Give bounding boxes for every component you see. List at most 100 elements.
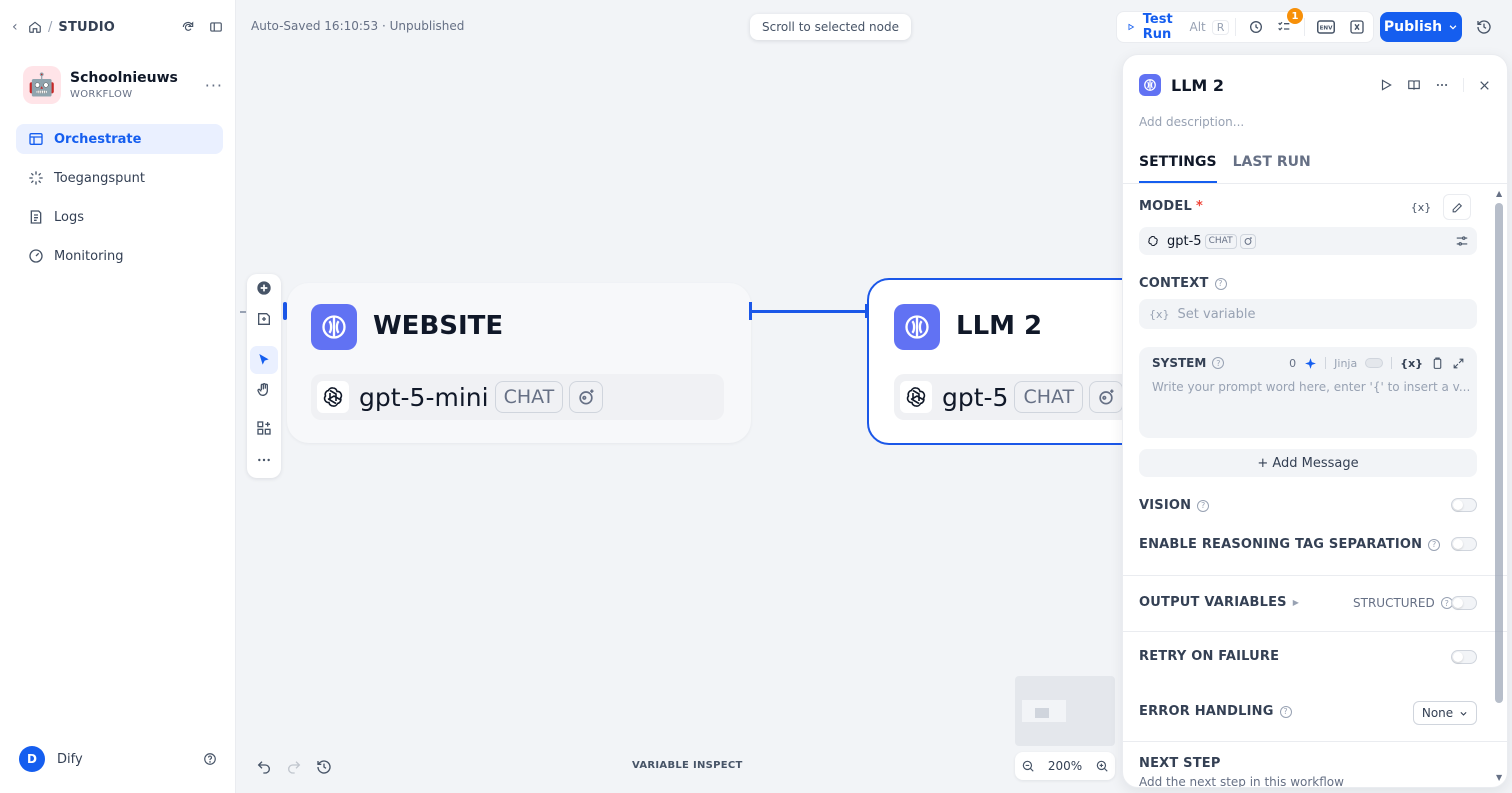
- history-icon[interactable]: [316, 759, 332, 775]
- tab-settings[interactable]: SETTINGS: [1139, 154, 1217, 183]
- zoom-level[interactable]: 200%: [1048, 759, 1082, 773]
- caret-right-icon: ▶: [1292, 598, 1300, 607]
- node-model-row: gpt-5 CHAT: [894, 374, 1154, 420]
- node-model-row: gpt-5-mini CHAT: [311, 374, 724, 420]
- env-icon[interactable]: ENV: [1317, 19, 1335, 35]
- panel-tabs: SETTINGS LAST RUN: [1139, 154, 1507, 183]
- panel-title[interactable]: LLM 2: [1171, 76, 1224, 95]
- variable-inspect-button[interactable]: VARIABLE INSPECT: [632, 760, 743, 771]
- add-note-icon[interactable]: [256, 311, 272, 327]
- minimap[interactable]: [1015, 676, 1115, 746]
- system-prompt-editor[interactable]: SYSTEM ? 0 Jinja {x} Write your prompt w…: [1139, 347, 1477, 438]
- node-output-handle[interactable]: [749, 302, 752, 320]
- sidebar-toggle-icon[interactable]: [209, 20, 223, 34]
- run-node-icon[interactable]: [1379, 78, 1393, 92]
- context-placeholder: Set variable: [1177, 306, 1256, 322]
- version-history-icon[interactable]: [1476, 19, 1492, 35]
- output-variables-label[interactable]: OUTPUT VARIABLES ▶: [1139, 595, 1299, 610]
- tab-last-run[interactable]: LAST RUN: [1233, 154, 1311, 183]
- run-history-icon[interactable]: [1248, 19, 1264, 35]
- sidebar-item-toegangspunt[interactable]: Toegangspunt: [16, 163, 223, 193]
- panel-scrollbar[interactable]: [1495, 203, 1503, 703]
- more-icon[interactable]: [1435, 78, 1449, 92]
- workflow-node-website[interactable]: WEBSITE gpt-5-mini CHAT: [287, 283, 751, 443]
- add-node-icon[interactable]: [256, 280, 272, 296]
- insert-variable-button[interactable]: {x}: [1400, 357, 1423, 370]
- variable-icon: {x}: [1149, 307, 1170, 321]
- sidebar-item-logs[interactable]: Logs: [16, 202, 223, 232]
- redo-icon[interactable]: [286, 759, 302, 775]
- sidebar-item-orchestrate[interactable]: Orchestrate: [16, 124, 223, 154]
- divider: [1123, 575, 1507, 576]
- structured-toggle[interactable]: [1451, 596, 1477, 610]
- info-icon[interactable]: ?: [1212, 357, 1225, 369]
- conversation-variable-icon[interactable]: [1349, 19, 1365, 35]
- description-input[interactable]: Add description...: [1139, 115, 1244, 129]
- home-icon[interactable]: [28, 20, 42, 34]
- scroll-to-selected-button[interactable]: Scroll to selected node: [750, 14, 911, 40]
- output-label-text: OUTPUT VARIABLES: [1139, 595, 1287, 610]
- sidebar-item-monitoring[interactable]: Monitoring: [16, 241, 223, 271]
- pointer-icon[interactable]: [256, 352, 272, 368]
- chevron-left-icon[interactable]: ‹: [12, 19, 28, 35]
- scroll-up-arrow[interactable]: ▲: [1496, 189, 1502, 198]
- node-model-name: gpt-5-mini: [359, 382, 489, 412]
- info-icon[interactable]: ?: [1214, 277, 1227, 290]
- model-settings-icon[interactable]: [1455, 234, 1469, 248]
- scroll-down-arrow[interactable]: ▼: [1496, 773, 1502, 782]
- zoom-in-icon[interactable]: [1095, 759, 1109, 773]
- undo-icon[interactable]: [256, 759, 272, 775]
- organize-blocks-icon[interactable]: [256, 420, 272, 436]
- vision-toggle[interactable]: [1451, 498, 1477, 512]
- close-icon[interactable]: [1478, 79, 1491, 92]
- info-icon[interactable]: ?: [1428, 538, 1441, 551]
- zoom-out-icon[interactable]: [1021, 759, 1035, 773]
- publish-button[interactable]: Publish: [1380, 12, 1462, 42]
- autosave-status: Auto-Saved 16:10:53 · Unpublished: [251, 19, 465, 33]
- context-label: CONTEXT?: [1139, 276, 1227, 291]
- test-run-button[interactable]: Test Run Alt R: [1117, 12, 1230, 42]
- app-card[interactable]: 🤖 Schoolnieuws WORKFLOW ···: [23, 64, 223, 106]
- edit-model-button[interactable]: [1443, 194, 1471, 220]
- sidebar-item-label: Logs: [54, 209, 84, 225]
- system-prompt-header: SYSTEM ? 0 Jinja {x}: [1152, 356, 1465, 370]
- info-icon[interactable]: ?: [1279, 705, 1292, 718]
- avatar[interactable]: D: [19, 746, 45, 772]
- context-variable-selector[interactable]: {x} Set variable: [1139, 299, 1477, 329]
- shortcut-alt: Alt: [1189, 20, 1206, 34]
- info-icon[interactable]: ?: [1197, 499, 1210, 512]
- more-icon[interactable]: [256, 452, 272, 468]
- layout-icon: [28, 131, 44, 147]
- more-icon[interactable]: ···: [205, 76, 223, 95]
- model-selector[interactable]: gpt-5 CHAT: [1139, 227, 1477, 255]
- refresh-icon[interactable]: [181, 20, 195, 34]
- ai-generate-icon[interactable]: [1304, 357, 1317, 370]
- vision-label-text: VISION: [1139, 498, 1192, 513]
- help-doc-icon[interactable]: [1407, 78, 1421, 92]
- reasoning-toggle[interactable]: [1451, 537, 1477, 551]
- model-variable-button[interactable]: {x}: [1407, 194, 1435, 220]
- checklist-badge: 1: [1287, 8, 1303, 24]
- expand-icon[interactable]: [1452, 357, 1465, 370]
- workflow-edge[interactable]: [751, 310, 867, 313]
- structured-label: STRUCTURED: [1353, 596, 1435, 610]
- chevron-down-icon: [1449, 25, 1457, 30]
- llm-node-icon: [1139, 74, 1161, 96]
- shortcut-r: R: [1211, 19, 1230, 35]
- user-footer: D Dify: [19, 745, 217, 773]
- hand-icon[interactable]: [256, 382, 272, 398]
- node-model-name: gpt-5: [942, 382, 1009, 412]
- error-handling-select[interactable]: None: [1413, 701, 1477, 725]
- copy-icon[interactable]: [1431, 357, 1444, 370]
- jinja-toggle[interactable]: [1365, 358, 1384, 368]
- help-icon[interactable]: [203, 752, 217, 766]
- breadcrumb-studio[interactable]: STUDIO: [58, 20, 115, 35]
- user-name[interactable]: Dify: [57, 752, 83, 767]
- required-mark: *: [1195, 199, 1203, 214]
- retry-label-text: RETRY ON FAILURE: [1139, 649, 1280, 664]
- add-message-button[interactable]: + Add Message: [1139, 449, 1477, 477]
- model-label-text: MODEL: [1139, 199, 1192, 214]
- app-type: WORKFLOW: [70, 89, 133, 100]
- app-name: Schoolnieuws: [70, 70, 178, 86]
- retry-toggle[interactable]: [1451, 650, 1477, 664]
